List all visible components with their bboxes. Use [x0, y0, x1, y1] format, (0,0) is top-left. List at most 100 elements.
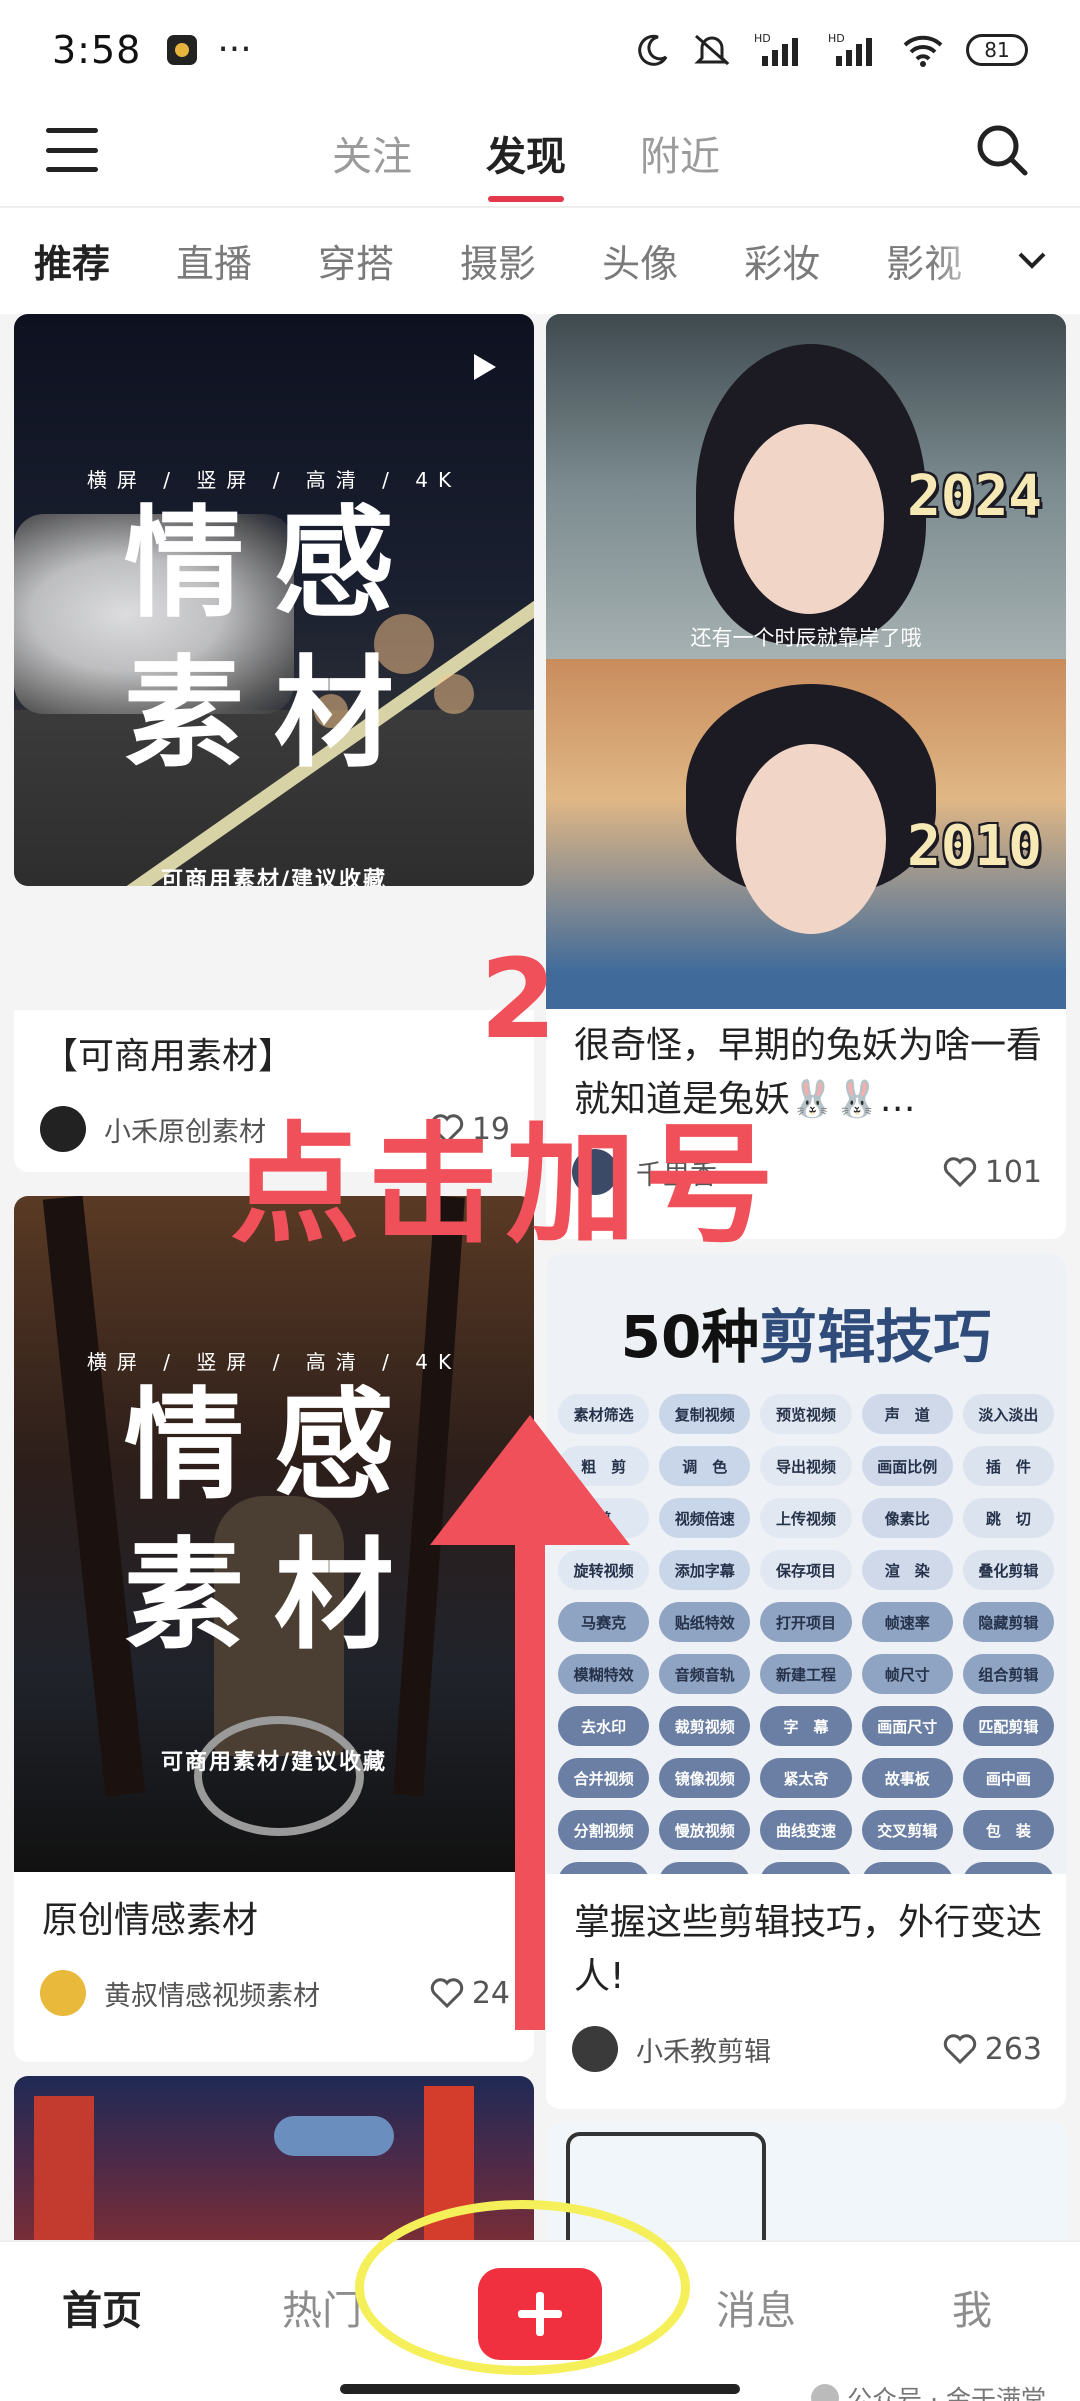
card-image: 2024 还有一个时辰就靠岸了哦 2010	[546, 314, 1066, 1009]
tip-chip: 故事板	[861, 1758, 953, 1798]
nav-home[interactable]: 首页	[62, 2278, 142, 2336]
feed-card[interactable]: 横屏 / 竖屏 / 高清 / 4K 情感 素材 可商用素材/建议收藏	[14, 314, 534, 886]
tip-chip: 淡入淡出	[962, 1394, 1054, 1434]
tip-chip: 画中画	[962, 1758, 1054, 1798]
wifi-icon	[903, 35, 943, 67]
home-indicator[interactable]	[340, 2384, 740, 2394]
tip-chip: 添加字幕	[659, 1550, 751, 1590]
tip-chip: 复制视频	[659, 1394, 751, 1434]
tip-chip: 交叉剪辑	[861, 1810, 953, 1850]
tab-discover[interactable]: 发现	[484, 118, 568, 202]
tip-chip: 上传视频	[760, 1498, 852, 1538]
image-subtitle: 横屏 / 竖屏 / 高清 / 4K	[86, 1350, 462, 1374]
category-live[interactable]: 直播	[176, 233, 252, 288]
year-label-bottom: 2010	[907, 814, 1042, 879]
tip-chip: 帧速率	[861, 1602, 953, 1642]
tips-grid: 素材筛选复制视频预览视频声 道淡入淡出粗 剪调 色导出视频画面比例插 件剪视频倍…	[558, 1394, 1054, 1874]
tip-chip: 组合剪辑	[962, 1654, 1054, 1694]
card-title: 【可商用素材】	[42, 1036, 295, 1077]
heart-icon	[943, 2034, 976, 2064]
nav-me[interactable]: 我	[952, 2278, 992, 2336]
tip-chip: 打开项目	[760, 1602, 852, 1642]
annotation-arrow-icon	[430, 1415, 630, 2030]
tip-chip: 声 道	[861, 1394, 953, 1434]
image-title-line-2: 素材	[124, 643, 424, 784]
watermark-text: 公众号 · 金于满堂	[847, 2385, 1046, 2401]
svg-text:HD: HD	[828, 32, 845, 45]
nav-messages[interactable]: 消息	[716, 2278, 796, 2336]
heart-icon	[943, 1157, 976, 1187]
tip-chip: 调 色	[659, 1446, 751, 1486]
author-name[interactable]: 小禾教剪辑	[636, 2030, 771, 2069]
category-photography[interactable]: 摄影	[460, 233, 536, 288]
tip-chip: 镜像视频	[659, 1758, 751, 1798]
tip-chip: 导出视频	[760, 1446, 852, 1486]
annotation-highlight-ring	[355, 2200, 690, 2375]
tip-chip: 渲 染	[861, 1550, 953, 1590]
video-play-icon	[474, 354, 496, 380]
tip-chip: 画面比例	[861, 1446, 953, 1486]
feed-card[interactable]: 2024 还有一个时辰就靠岸了哦 2010	[546, 314, 1066, 1009]
category-recommend[interactable]: 推荐	[34, 233, 110, 288]
tip-chip: 抖动视频	[659, 1862, 751, 1874]
tab-nearby[interactable]: 附近	[638, 118, 722, 188]
tip-chip: 紧太奇	[760, 1758, 852, 1798]
annotation-step-number: 2	[480, 935, 557, 1063]
tip-chip: 字 幕	[760, 1706, 852, 1746]
search-icon[interactable]	[974, 122, 1030, 178]
more-notifications-icon: ···	[217, 29, 252, 70]
mute-bell-icon	[694, 34, 730, 66]
year-label-top: 2024	[907, 464, 1042, 529]
category-tabs: 推荐 直播 穿搭 摄影 头像 彩妆 影视	[0, 210, 1080, 310]
category-avatar[interactable]: 头像	[602, 233, 678, 288]
avatar[interactable]	[40, 1970, 86, 2016]
annotation-instruction: 点击加号	[230, 1109, 783, 1261]
nav-hot[interactable]: 热门	[282, 2278, 362, 2336]
tip-chip: 慢放视频	[659, 1810, 751, 1850]
tip-chip: 平行剪辑	[861, 1862, 953, 1874]
tip-chip: 包 装	[962, 1810, 1054, 1850]
watermark: 公众号 · 金于满堂	[811, 2380, 1046, 2401]
tip-chip: 像素比	[861, 1498, 953, 1538]
tip-chip: 匹配剪辑	[962, 1706, 1054, 1746]
image-subtitle: 横屏 / 竖屏 / 高清 / 4K	[86, 468, 462, 492]
status-bar: 3:58 ··· HD HD 81	[0, 0, 1080, 100]
status-time: 3:58	[52, 28, 142, 72]
top-tabs: 关注 发现 附近	[330, 118, 722, 202]
tip-chip: 曲线变速	[760, 1810, 852, 1850]
tip-chip: 新建工程	[760, 1654, 852, 1694]
like-count: 263	[984, 2031, 1042, 2067]
tip-chip: 帧尺寸	[861, 1654, 953, 1694]
menu-icon[interactable]	[46, 128, 98, 172]
tip-chip: 贴纸特效	[659, 1602, 751, 1642]
app-notification-icon	[167, 35, 198, 65]
battery-icon: 81	[966, 34, 1028, 66]
tip-chip: 视频倍速	[659, 1498, 751, 1538]
tip-chip: 预览视频	[760, 1394, 852, 1434]
tip-chip: 关键帧	[760, 1862, 852, 1874]
like-button[interactable]: 263	[943, 2032, 1042, 2067]
image-footer: 可商用素材/建议收藏	[160, 868, 388, 886]
tab-follow[interactable]: 关注	[330, 118, 414, 188]
like-count: 101	[984, 1154, 1042, 1190]
tip-chip: 裁剪视频	[659, 1706, 751, 1746]
signal-icon: HD	[754, 32, 798, 66]
tip-chip: 保存项目	[760, 1550, 852, 1590]
category-makeup[interactable]: 彩妆	[744, 233, 820, 288]
avatar[interactable]	[40, 1106, 86, 1152]
tips-title: 50种剪辑技巧	[620, 1303, 992, 1371]
avatar[interactable]	[572, 2026, 618, 2072]
moon-icon	[638, 34, 668, 66]
chevron-down-icon[interactable]	[1012, 240, 1052, 280]
top-header: 关注 发现 附近	[0, 100, 1080, 208]
author-name[interactable]: 黄叔情感视频素材	[104, 1974, 320, 2013]
tip-chip: 插 件	[962, 1446, 1054, 1486]
tip-chip: 片头片尾	[962, 1862, 1054, 1874]
status-icons: HD HD 81	[636, 32, 1028, 68]
image-title-line-1: 情感	[124, 493, 424, 634]
like-button[interactable]: 101	[943, 1155, 1042, 1190]
video-subtitle: 还有一个时辰就靠岸了哦	[690, 626, 922, 650]
category-outfit[interactable]: 穿搭	[318, 233, 394, 288]
tip-chip: 跳 切	[962, 1498, 1054, 1538]
tip-chip: 画面尺寸	[861, 1706, 953, 1746]
